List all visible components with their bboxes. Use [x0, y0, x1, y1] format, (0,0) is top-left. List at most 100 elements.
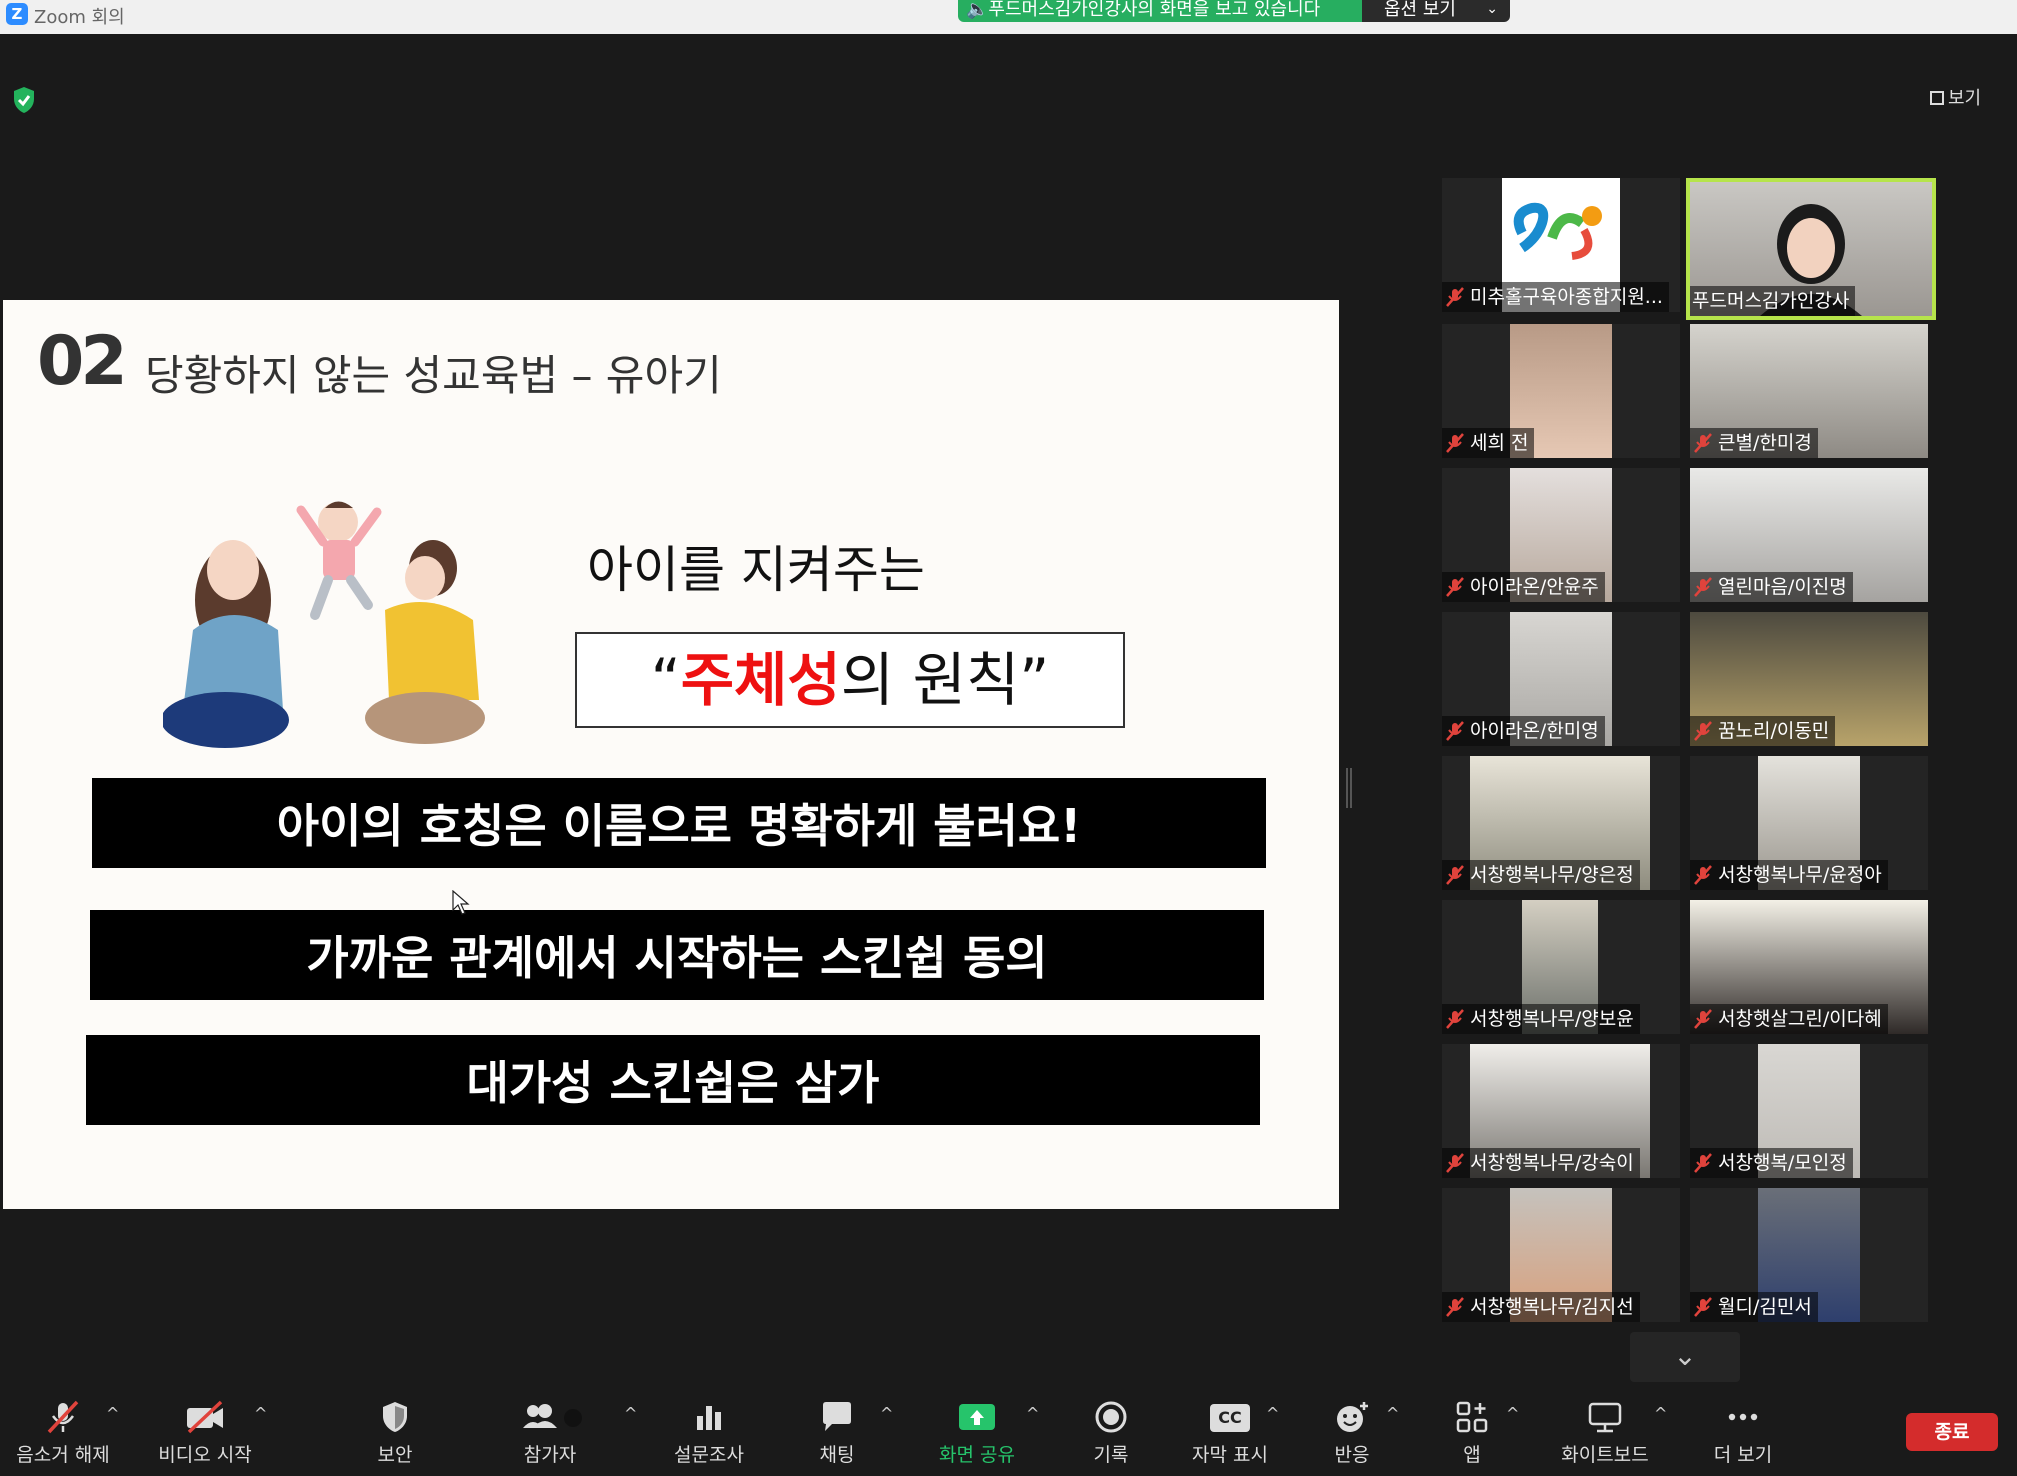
- mic-muted-icon: [1694, 865, 1712, 885]
- view-options-button[interactable]: 옵션 보기 ⌄: [1362, 0, 1510, 22]
- record-icon: [1095, 1401, 1127, 1433]
- principle-box: “주체성의 원칙”: [575, 632, 1125, 728]
- participant-tile-active-speaker[interactable]: 푸드머스김가인강사: [1686, 178, 1936, 320]
- view-button-label: 보기: [1948, 88, 1982, 109]
- participant-name-text: 세희 전: [1470, 432, 1529, 454]
- participant-name-text: 큰별/한미경: [1718, 432, 1812, 454]
- participant-name: 미추홀구육아종합지원...: [1442, 282, 1669, 312]
- share-screen-icon: [959, 1404, 995, 1430]
- window-title: Zoom 회의: [34, 7, 125, 28]
- participant-tile[interactable]: 서창행복나무/김지선: [1442, 1188, 1680, 1322]
- mic-muted-icon: [1694, 433, 1712, 453]
- video-options-caret[interactable]: ^: [250, 1386, 274, 1476]
- whiteboard-label: 화이트보드: [1561, 1444, 1649, 1466]
- participant-tile[interactable]: 서창행복나무/양은정: [1442, 756, 1680, 890]
- share-screen-label: 화면 공유: [939, 1444, 1015, 1466]
- slide-title: 당황하지 않는 성교육법 – 유아기: [145, 351, 722, 400]
- audio-options-caret[interactable]: ^: [102, 1386, 126, 1476]
- record-button[interactable]: 기록: [1076, 1386, 1146, 1476]
- panel-splitter-handle[interactable]: [1346, 768, 1352, 808]
- caret-up-icon: ^: [106, 1404, 120, 1423]
- participant-tile[interactable]: 열린마음/이진명: [1690, 468, 1928, 602]
- view-button[interactable]: 보기: [1930, 84, 1981, 110]
- end-meeting-button[interactable]: 종료: [1906, 1413, 1998, 1451]
- closed-captions-icon: CC: [1210, 1404, 1250, 1432]
- participant-name-text: 서창행복/모인정: [1718, 1152, 1847, 1174]
- shield-check-icon[interactable]: [12, 86, 36, 114]
- more-dots-icon: [1728, 1413, 1758, 1421]
- whiteboard-button[interactable]: 화이트보드: [1550, 1386, 1660, 1476]
- chat-button[interactable]: 채팅: [800, 1386, 874, 1476]
- center-logo-icon: [1513, 202, 1602, 260]
- share-options-caret[interactable]: ^: [1022, 1386, 1046, 1476]
- participant-name-text: 서창행복나무/강숙이: [1470, 1152, 1634, 1174]
- gallery-next-page-button[interactable]: ⌄: [1630, 1332, 1740, 1382]
- mic-muted-icon: [1446, 1153, 1464, 1173]
- participant-tile[interactable]: 서창행복나무/양보윤: [1442, 900, 1680, 1034]
- whiteboard-icon: [1588, 1402, 1622, 1433]
- participant-name-text: 서창햇살그린/이다혜: [1718, 1008, 1882, 1030]
- participant-tile[interactable]: 서창행복/모인정: [1690, 1044, 1928, 1178]
- participant-name: 푸드머스김가인강사: [1690, 286, 1856, 316]
- share-screen-button[interactable]: 화면 공유: [930, 1386, 1024, 1476]
- participants-button[interactable]: 참가자: [510, 1386, 590, 1476]
- participant-name: 서창행복나무/윤정아: [1690, 860, 1888, 890]
- record-label: 기록: [1093, 1444, 1129, 1466]
- participants-icon: [523, 1404, 582, 1428]
- more-label: 더 보기: [1713, 1444, 1773, 1466]
- participant-tile[interactable]: 미추홀구육아종합지원...: [1442, 178, 1680, 312]
- mic-muted-icon: [1694, 721, 1712, 741]
- participant-name-text: 월디/김민서: [1718, 1296, 1812, 1318]
- apps-options-caret[interactable]: ^: [1502, 1386, 1526, 1476]
- mic-muted-icon: [47, 1400, 79, 1434]
- participant-name: 아이라온/한미영: [1442, 716, 1605, 746]
- captions-options-caret[interactable]: ^: [1262, 1386, 1286, 1476]
- chat-options-caret[interactable]: ^: [876, 1386, 900, 1476]
- meeting-toolbar: 음소거 해제 ^ 비디오 시작 ^ 보안 참가자 ^ 설문조사 채팅 ^ 화면 …: [0, 1386, 2017, 1476]
- participant-tile[interactable]: 서창행복나무/윤정아: [1690, 756, 1928, 890]
- participant-name: 세희 전: [1442, 428, 1535, 458]
- slide-bar-3: 대가성 스킨쉽은 삼가: [86, 1035, 1260, 1125]
- mic-muted-icon: [1694, 1297, 1712, 1317]
- apps-button[interactable]: 앱: [1434, 1386, 1510, 1476]
- captions-label: 자막 표시: [1192, 1444, 1268, 1466]
- participants-options-caret[interactable]: ^: [620, 1386, 644, 1476]
- more-button[interactable]: 더 보기: [1700, 1386, 1786, 1476]
- chevron-down-icon: ⌄: [1486, 1, 1498, 17]
- slide-bar-1: 아이의 호칭은 이름으로 명확하게 불러요!: [92, 778, 1266, 868]
- participant-tile[interactable]: 월디/김민서: [1690, 1188, 1928, 1322]
- participant-name: 큰별/한미경: [1690, 428, 1818, 458]
- title-bar: Z Zoom 회의 🔈푸드머스김가인강사의 화면을 보고 있습니다 옵션 보기 …: [0, 0, 2017, 34]
- reactions-button[interactable]: 반응: [1312, 1386, 1392, 1476]
- share-banner-text: 푸드머스김가인강사의 화면을 보고 있습니다: [988, 0, 1321, 20]
- participant-tile[interactable]: 꿈노리/이동민: [1690, 612, 1928, 746]
- participant-name: 서창행복나무/김지선: [1442, 1292, 1640, 1322]
- start-video-button[interactable]: 비디오 시작: [150, 1386, 260, 1476]
- caret-up-icon: ^: [1654, 1404, 1668, 1423]
- whiteboard-options-caret[interactable]: ^: [1650, 1386, 1674, 1476]
- mic-muted-icon: [1446, 433, 1464, 453]
- zoom-logo-icon: Z: [6, 3, 28, 25]
- principle-open-quote: “: [650, 646, 681, 714]
- participant-tile[interactable]: 세희 전: [1442, 324, 1680, 458]
- reactions-options-caret[interactable]: ^: [1382, 1386, 1406, 1476]
- participant-tile[interactable]: 서창행복나무/강숙이: [1442, 1044, 1680, 1178]
- emoji-reaction-icon: [1337, 1402, 1368, 1432]
- grid-icon: [1930, 91, 1944, 105]
- participant-tile[interactable]: 서창햇살그린/이다혜: [1690, 900, 1928, 1034]
- participant-name-text: 미추홀구육아종합지원...: [1470, 286, 1663, 308]
- chat-label: 채팅: [819, 1444, 855, 1466]
- polls-button[interactable]: 설문조사: [664, 1386, 754, 1476]
- view-options-label: 옵션 보기: [1384, 0, 1456, 20]
- mic-muted-icon: [1446, 1297, 1464, 1317]
- participant-name: 꿈노리/이동민: [1690, 716, 1836, 746]
- mic-muted-icon: [1446, 287, 1464, 307]
- security-button[interactable]: 보안: [350, 1386, 440, 1476]
- participant-name-text: 서창행복나무/김지선: [1470, 1296, 1634, 1318]
- participant-tile[interactable]: 큰별/한미경: [1690, 324, 1928, 458]
- participant-name: 서창행복나무/양은정: [1442, 860, 1640, 890]
- participant-tile[interactable]: 아이라온/안윤주: [1442, 468, 1680, 602]
- participant-tile[interactable]: 아이라온/한미영: [1442, 612, 1680, 746]
- apps-icon: [1456, 1401, 1488, 1433]
- participant-name-text: 서창행복나무/윤정아: [1718, 864, 1882, 886]
